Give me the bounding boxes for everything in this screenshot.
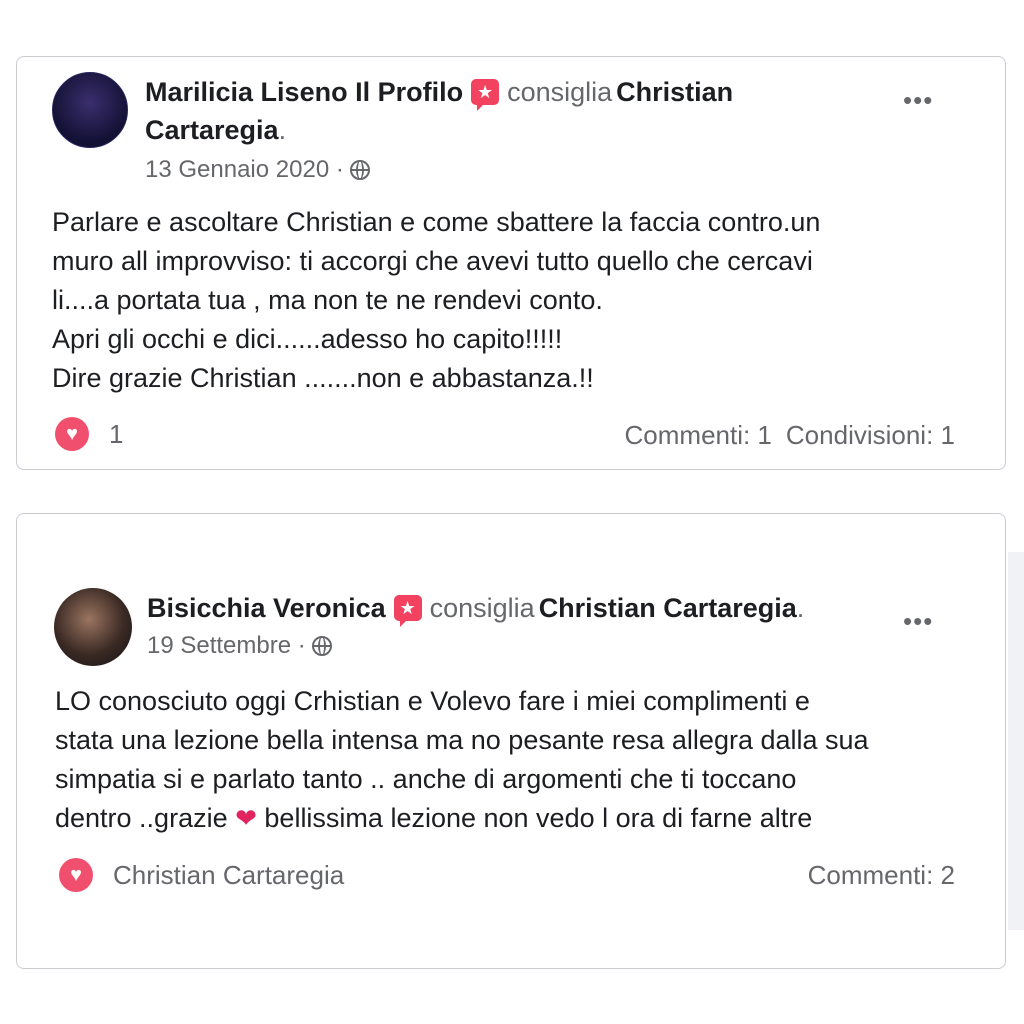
post-meta: 19 Settembre · (147, 631, 332, 661)
author-avatar[interactable] (54, 588, 132, 666)
author-avatar[interactable] (52, 72, 128, 148)
post-header: Marilicia Liseno Il Profilo ★ consiglia Chr… (145, 73, 845, 149)
post-date[interactable]: 13 Gennaio 2020 (145, 156, 329, 183)
heart-emoji-icon: ❤ (235, 803, 257, 833)
more-options-button[interactable]: ••• (903, 606, 933, 637)
recommendation-post-card: Bisicchia Veronica ★ consiglia Christian Ca… (16, 513, 1006, 969)
comments-count[interactable]: Commenti: 1 (625, 420, 772, 450)
reactor-name: Christian Cartaregia (113, 859, 345, 890)
recommend-badge-icon: ★ (471, 79, 500, 111)
post-text: LO conosciuto oggi Crhistian e Volevo fa… (55, 682, 985, 838)
post-header: Bisicchia Veronica ★ consiglia Christian Ca… (147, 589, 907, 627)
recommend-verb: consiglia (429, 593, 535, 623)
engagement-counts: Commenti: 1 Condivisioni: 1 (625, 420, 955, 451)
author-name[interactable]: Marilicia Liseno Il Profilo (145, 77, 463, 107)
reactions-summary[interactable]: ♥ 1 (55, 417, 123, 451)
header-period: . (278, 115, 287, 145)
recommend-verb: consiglia (507, 77, 613, 107)
more-options-button[interactable]: ••• (903, 85, 933, 116)
recommended-page-name[interactable]: Christian Cartaregia (539, 593, 797, 623)
comments-count[interactable]: Commenti: 2 (808, 860, 955, 890)
recommendation-post-card: Marilicia Liseno Il Profilo ★ consiglia Chr… (16, 56, 1006, 470)
post-date[interactable]: 19 Settembre (147, 632, 291, 659)
love-reaction-icon: ♥ (59, 858, 93, 892)
post-text-part: bellissima lezione non vedo l ora di far… (256, 803, 813, 833)
shares-count[interactable]: Condivisioni: 1 (786, 420, 955, 450)
meta-separator: · (335, 156, 344, 183)
globe-icon (311, 636, 332, 656)
post-text: Parlare e ascoltare Christian e come sba… (52, 207, 821, 393)
post-meta: 13 Gennaio 2020 · (145, 155, 370, 185)
author-name[interactable]: Bisicchia Veronica (147, 593, 386, 623)
reaction-count: 1 (109, 418, 124, 449)
side-panel-edge (1008, 552, 1024, 930)
header-period: . (796, 593, 805, 623)
reactions-summary[interactable]: ♥ Christian Cartaregia (59, 858, 344, 892)
recommend-badge-icon: ★ (393, 595, 422, 627)
engagement-counts: Commenti: 2 (808, 860, 955, 891)
love-reaction-icon: ♥ (55, 417, 89, 451)
meta-separator: · (297, 632, 306, 659)
globe-icon (349, 160, 370, 180)
